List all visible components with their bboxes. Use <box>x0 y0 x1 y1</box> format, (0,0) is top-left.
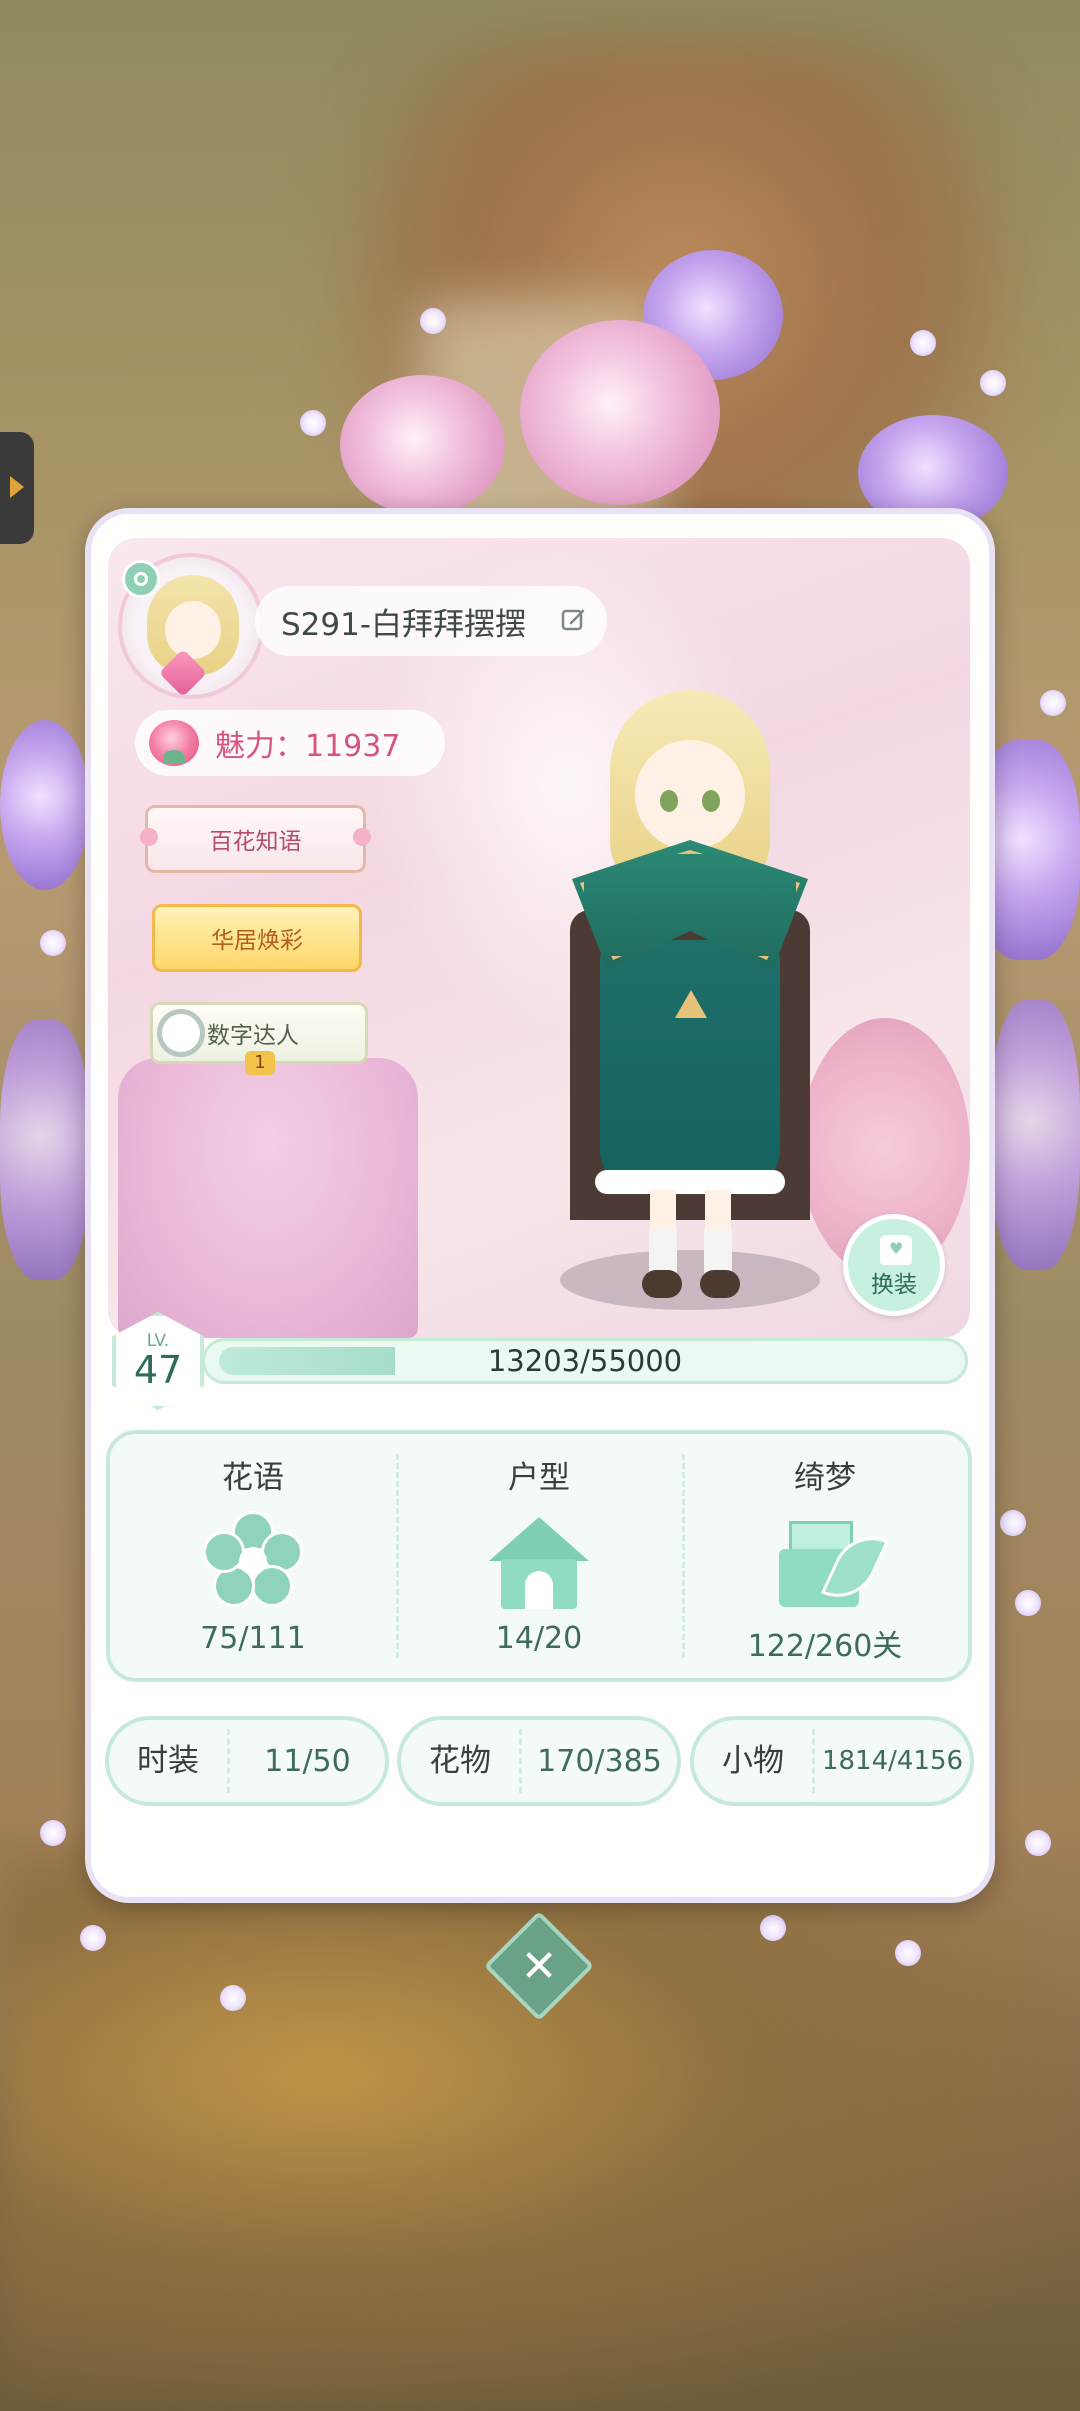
collection-label: 小物 <box>694 1729 815 1793</box>
flower-ornament-icon <box>353 828 371 846</box>
side-expand-tab[interactable] <box>0 432 34 544</box>
gear-icon[interactable] <box>122 560 160 598</box>
baby-breath-flower <box>420 308 446 334</box>
stat-house-type[interactable]: 户型 14/20 <box>396 1434 682 1678</box>
badge-label: 华居焕彩 <box>211 928 303 954</box>
house-icon <box>487 1509 591 1613</box>
character-eye <box>702 790 720 812</box>
baby-breath-flower <box>980 370 1006 396</box>
player-name-pill[interactable]: S291-白拜拜摆摆 <box>255 586 607 656</box>
charm-value: 魅力：11937 <box>215 729 401 764</box>
badge-level-number: 1 <box>245 1051 275 1075</box>
purple-rose-decoration <box>0 720 90 890</box>
player-character <box>560 690 820 1330</box>
player-name: S291-白拜拜摆摆 <box>281 606 527 643</box>
collection-small-items[interactable]: 小物 1814/4156 <box>690 1716 974 1806</box>
badge-label: 数字达人 <box>207 1023 299 1049</box>
collection-outfits[interactable]: 时装 11/50 <box>105 1716 389 1806</box>
stat-title: 花语 <box>222 1460 284 1496</box>
xp-progress-bar: 13203/55000 <box>202 1338 968 1384</box>
badge-flower-language[interactable]: 百花知语 <box>140 805 371 873</box>
character-skirt-frill <box>595 1170 785 1194</box>
rose-icon <box>149 720 199 766</box>
baby-breath-flower <box>1000 1510 1026 1536</box>
purple-rose-decoration <box>0 1020 90 1280</box>
change-outfit-label: 换装 <box>871 1272 917 1298</box>
star-ornament-icon <box>675 990 707 1018</box>
badge-home-decor[interactable]: 华居焕彩 <box>152 904 362 972</box>
baby-breath-flower <box>1015 1590 1041 1616</box>
stats-panel: 花语 75/111 户型 14/20 绮梦 122/260关 <box>106 1430 972 1682</box>
baby-breath-flower <box>300 410 326 436</box>
collection-label: 花物 <box>401 1729 522 1793</box>
stat-title: 绮梦 <box>794 1460 856 1496</box>
character-shoe <box>700 1270 740 1298</box>
stat-value: 75/111 <box>200 1621 306 1656</box>
baby-breath-flower <box>1040 690 1066 716</box>
letter-quill-icon <box>773 1509 890 1613</box>
collection-value: 1814/4156 <box>821 1746 964 1776</box>
badge-number-expert[interactable]: 数字达人 1 <box>150 1002 368 1075</box>
flower-icon <box>201 1509 305 1613</box>
close-icon[interactable]: ✕ <box>500 1927 578 2005</box>
charm-pill: 魅力：11937 <box>135 710 445 776</box>
character-dress <box>600 940 780 1190</box>
baby-breath-flower <box>40 1820 66 1846</box>
stat-title: 户型 <box>508 1460 570 1496</box>
flower-ornament-icon <box>140 828 158 846</box>
character-face <box>635 740 745 850</box>
stat-value: 122/260关 <box>747 1629 903 1664</box>
baby-breath-flower <box>760 1915 786 1941</box>
arrow-right-icon <box>10 476 24 498</box>
purple-rose-decoration <box>990 1000 1080 1270</box>
change-outfit-button[interactable]: 换装 <box>843 1214 945 1316</box>
baby-breath-flower <box>910 330 936 356</box>
pink-rose-decoration <box>520 320 720 505</box>
character-eye <box>660 790 678 812</box>
baby-breath-flower <box>895 1940 921 1966</box>
collection-label: 时装 <box>109 1729 230 1793</box>
baby-breath-flower <box>40 930 66 956</box>
magnifier-icon <box>157 1009 205 1057</box>
baby-breath-flower <box>220 1985 246 2011</box>
badge-label: 百花知语 <box>209 829 302 855</box>
character-shadow <box>560 1250 820 1310</box>
collection-flower-items[interactable]: 花物 170/385 <box>397 1716 681 1806</box>
stat-flower-language[interactable]: 花语 75/111 <box>110 1434 396 1678</box>
collection-value: 11/50 <box>264 1743 351 1779</box>
shirt-icon <box>880 1235 912 1265</box>
character-shoe <box>642 1270 682 1298</box>
level-value: 47 <box>133 1348 183 1392</box>
pink-rose-decoration <box>340 375 505 515</box>
xp-text: 13203/55000 <box>487 1344 683 1378</box>
edit-icon[interactable] <box>561 607 587 633</box>
baby-breath-flower <box>1025 1830 1051 1856</box>
stat-value: 14/20 <box>495 1621 583 1656</box>
background-table <box>118 1058 418 1338</box>
baby-breath-flower <box>80 1925 106 1951</box>
stat-dream[interactable]: 绮梦 122/260关 <box>682 1434 968 1678</box>
collection-value: 170/385 <box>537 1743 662 1779</box>
